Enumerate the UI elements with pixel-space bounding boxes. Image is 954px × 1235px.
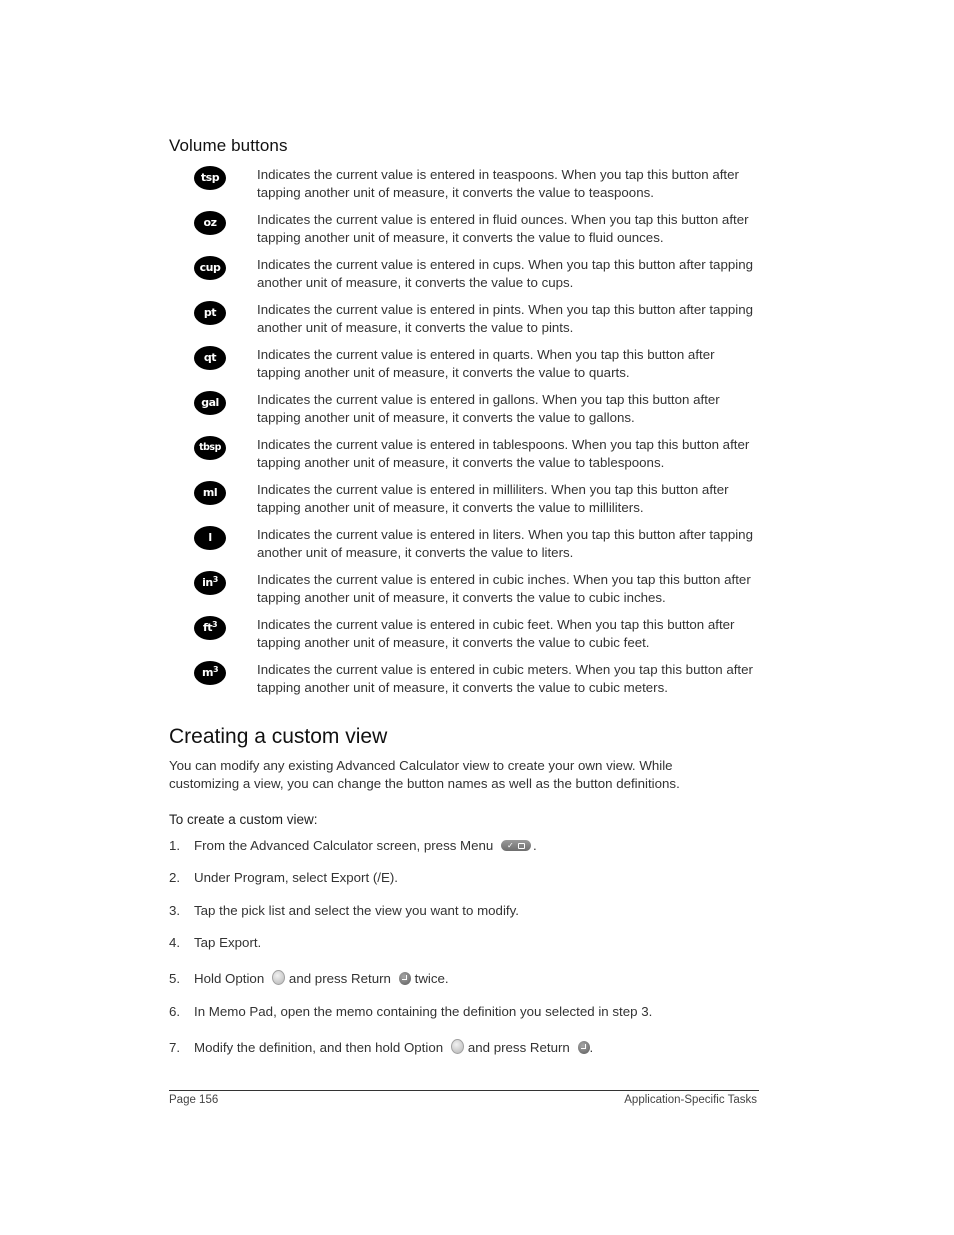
button-description: Indicates the current value is entered i… bbox=[257, 617, 735, 650]
oz-button-icon: oz bbox=[195, 212, 225, 234]
button-description: Indicates the current value is entered i… bbox=[257, 572, 751, 605]
step-2: 2. Under Program, select Export (/E). bbox=[169, 869, 398, 887]
button-description: Indicates the current value is entered i… bbox=[257, 167, 739, 200]
step-text: Under Program, select Export (/E). bbox=[194, 870, 398, 885]
step-text-mid: and press Return bbox=[467, 1040, 570, 1055]
list-item: l Indicates the current value is entered… bbox=[169, 526, 769, 571]
list-item: ml Indicates the current value is entere… bbox=[169, 481, 769, 526]
icon-label: in bbox=[202, 576, 213, 589]
icon-label: ft bbox=[202, 621, 213, 634]
step-number: 6. bbox=[169, 1004, 181, 1019]
list-item: ft3 Indicates the current value is enter… bbox=[169, 616, 769, 661]
step-1: 1. From the Advanced Calculator screen, p… bbox=[169, 837, 537, 855]
step-number: 4. bbox=[169, 935, 181, 950]
page-number: Page 156 bbox=[169, 1094, 219, 1106]
list-item: tbsp Indicates the current value is ente… bbox=[169, 436, 769, 481]
pt-button-icon: pt bbox=[195, 302, 225, 324]
icon-superscript: 3 bbox=[211, 620, 218, 629]
option-key-icon bbox=[271, 970, 285, 985]
chapter-title: Application-Specific Tasks bbox=[624, 1094, 757, 1106]
list-item: in3 Indicates the current value is enter… bbox=[169, 571, 769, 616]
section-heading-volume-buttons: Volume buttons bbox=[169, 136, 288, 155]
button-description: Indicates the current value is entered i… bbox=[257, 482, 729, 515]
list-item: tsp Indicates the current value is enter… bbox=[169, 166, 769, 211]
gal-button-icon: gal bbox=[195, 392, 225, 414]
procedure-title: To create a custom view: bbox=[169, 812, 318, 827]
step-text: Tap the pick list and select the view yo… bbox=[194, 903, 519, 918]
step-text: Modify the definition, and then hold Opt… bbox=[194, 1040, 444, 1055]
icon-label: m bbox=[201, 666, 213, 679]
volume-buttons-list: tsp Indicates the current value is enter… bbox=[169, 166, 769, 706]
tsp-button-icon: tsp bbox=[195, 167, 225, 189]
step-text-mid: and press Return bbox=[288, 971, 391, 986]
step-text: Tap Export. bbox=[194, 935, 262, 950]
list-item: oz Indicates the current value is entere… bbox=[169, 211, 769, 256]
tbsp-button-icon: tbsp bbox=[195, 437, 225, 459]
step-number: 5. bbox=[169, 971, 181, 986]
step-text-end: . bbox=[533, 838, 537, 853]
step-text-end: . bbox=[589, 1040, 594, 1055]
button-description: Indicates the current value is entered i… bbox=[257, 257, 753, 290]
intro-paragraph: You can modify any existing Advanced Cal… bbox=[169, 758, 680, 791]
step-number: 1. bbox=[169, 838, 181, 853]
button-description: Indicates the current value is entered i… bbox=[257, 437, 750, 470]
step-text: In Memo Pad, open the memo containing th… bbox=[194, 1004, 653, 1019]
step-3: 3. Tap the pick list and select the view … bbox=[169, 902, 519, 920]
step-number: 2. bbox=[169, 870, 181, 885]
document-page: Volume buttons tsp Indicates the current… bbox=[0, 0, 954, 1235]
cubic-feet-button-icon: ft3 bbox=[195, 617, 225, 639]
button-description: Indicates the current value is entered i… bbox=[257, 392, 720, 425]
cubic-inch-button-icon: in3 bbox=[195, 572, 225, 594]
list-item: qt Indicates the current value is entere… bbox=[169, 346, 769, 391]
step-text-end: twice. bbox=[414, 971, 449, 986]
list-item: gal Indicates the current value is enter… bbox=[169, 391, 769, 436]
step-number: 3. bbox=[169, 903, 181, 918]
step-5: 5. Hold Option and press Return twice. bbox=[169, 970, 449, 988]
step-text: From the Advanced Calculator screen, pre… bbox=[194, 838, 494, 853]
footer-divider bbox=[169, 1090, 759, 1091]
ml-button-icon: ml bbox=[195, 482, 225, 504]
step-6: 6. In Memo Pad, open the memo containing … bbox=[169, 1003, 652, 1021]
list-item: m3 Indicates the current value is entere… bbox=[169, 661, 769, 706]
cubic-meter-button-icon: m3 bbox=[195, 662, 225, 684]
option-key-icon bbox=[450, 1039, 464, 1054]
step-7: 7. Modify the definition, and then hold O… bbox=[169, 1039, 593, 1057]
return-key-icon bbox=[398, 972, 411, 985]
section-heading-custom-view: Creating a custom view bbox=[169, 725, 388, 748]
list-item: pt Indicates the current value is entere… bbox=[169, 301, 769, 346]
step-text: Hold Option bbox=[194, 971, 265, 986]
menu-key-icon bbox=[501, 837, 532, 855]
step-number: 7. bbox=[169, 1040, 181, 1055]
button-description: Indicates the current value is entered i… bbox=[257, 527, 753, 560]
button-description: Indicates the current value is entered i… bbox=[257, 347, 715, 380]
icon-superscript: 3 bbox=[212, 665, 219, 674]
cup-button-icon: cup bbox=[195, 257, 225, 279]
return-key-icon bbox=[577, 1041, 590, 1054]
list-item: cup Indicates the current value is enter… bbox=[169, 256, 769, 301]
button-description: Indicates the current value is entered i… bbox=[257, 212, 749, 245]
step-4: 4. Tap Export. bbox=[169, 934, 261, 952]
icon-superscript: 3 bbox=[212, 575, 219, 584]
button-description: Indicates the current value is entered i… bbox=[257, 302, 753, 335]
qt-button-icon: qt bbox=[195, 347, 225, 369]
l-button-icon: l bbox=[195, 527, 225, 549]
button-description: Indicates the current value is entered i… bbox=[257, 662, 753, 695]
